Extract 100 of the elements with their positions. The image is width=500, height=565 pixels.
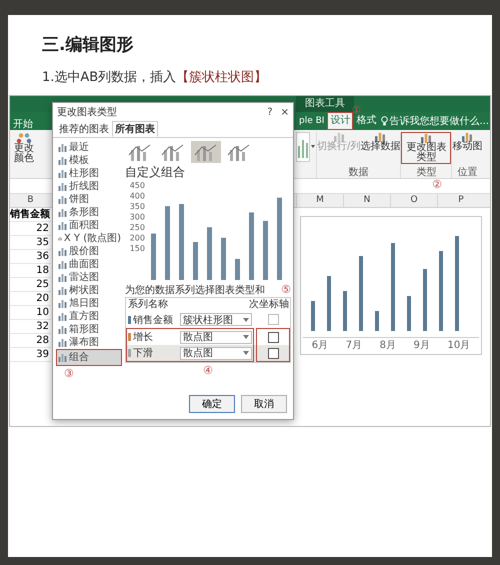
caret-icon: [243, 335, 249, 339]
chart-type-item[interactable]: 条形图: [56, 206, 122, 219]
dialog-button[interactable]: 取消: [241, 395, 287, 413]
chart-bar: [207, 227, 212, 280]
column-header: O: [390, 194, 437, 207]
chart-type-dropdown[interactable]: 散点图: [180, 346, 252, 360]
step-number: ③: [63, 366, 75, 380]
chart-type-item[interactable]: 模板: [56, 154, 122, 167]
chart-bar: [375, 311, 379, 331]
chart-type-item[interactable]: 组合: [56, 349, 122, 366]
lightbulb-icon: [381, 116, 388, 126]
chart-type-icon: [58, 234, 62, 243]
context-tab-group: 图表工具: [296, 96, 354, 112]
chart-subtype-thumbnail[interactable]: [191, 141, 221, 163]
chart-type-item[interactable]: 曲面图: [56, 258, 122, 271]
axis-label: 7月: [346, 339, 362, 352]
table-cell: 22: [10, 222, 51, 236]
chart-type-item[interactable]: 瀑布图: [56, 336, 122, 349]
table-cell: 销售金额: [10, 208, 51, 222]
chart-bar: [235, 258, 240, 280]
step-number: ⑤: [281, 284, 291, 297]
chart-type-dropdown[interactable]: 散点图: [180, 330, 252, 344]
chart-type-item[interactable]: 折线图: [56, 180, 122, 193]
chart-bar: [193, 242, 198, 280]
chart-bar: [327, 276, 331, 331]
color-dots-icon: [16, 133, 32, 144]
chart-type-item[interactable]: 旭日图: [56, 297, 122, 310]
help-button[interactable]: ?: [267, 106, 273, 118]
chart-bar: [263, 220, 268, 280]
ribbon-group-label: 位置: [457, 167, 478, 178]
chart-icon: [373, 132, 388, 142]
series-name: 增长: [128, 330, 153, 344]
chart-bar: [151, 234, 156, 280]
axis-tick-label: 250: [130, 223, 145, 232]
chart-bar: [407, 296, 411, 331]
ribbon-button[interactable]: 移动图: [452, 132, 482, 152]
dialog-title: 更改图表类型: [57, 106, 117, 119]
chart-type-item[interactable]: 雷达图: [56, 271, 122, 284]
table-cell: 39: [10, 348, 51, 362]
table-cell: 35: [10, 236, 51, 250]
chart-icon: [460, 132, 474, 142]
chart-type-item[interactable]: X Y (散点图): [56, 232, 122, 245]
column-header: P: [437, 194, 484, 207]
chart-bar: [343, 291, 347, 331]
chart-type-item[interactable]: 面积图: [56, 219, 122, 232]
series-name: 销售金额: [128, 312, 173, 326]
section-heading: 三.编辑图形: [41, 34, 134, 56]
column-header: 系列名称: [128, 298, 168, 311]
step-text: 1.选中AB列数据，插入【簇状柱状图】: [41, 69, 268, 86]
step-number: ②: [432, 179, 442, 193]
chart-type-item[interactable]: 箱形图: [56, 323, 122, 336]
ribbon-button[interactable]: 更改图表类型: [401, 132, 452, 164]
axis-label: 8月: [380, 339, 396, 352]
chart-bar: [423, 269, 427, 331]
close-button[interactable]: ×: [280, 106, 289, 118]
caret-icon: [243, 318, 249, 322]
ribbon-tab[interactable]: 格式: [353, 112, 380, 130]
column-header: B: [27, 195, 34, 205]
table-cell: 18: [10, 264, 51, 278]
axis-tick-label: 150: [130, 244, 145, 254]
axis-tick-label: 400: [130, 191, 145, 200]
axis-label: 6月: [312, 339, 328, 352]
chart-type-item[interactable]: 直方图: [56, 310, 122, 323]
axis-tick-label: 350: [130, 202, 145, 211]
ribbon-group-label: 数据: [348, 167, 369, 178]
tell-me-field[interactable]: 告诉我您想要做什么...: [379, 112, 489, 130]
chart-type-item[interactable]: 股价图: [56, 245, 122, 258]
series-prompt: 为您的数据系列选择图表类型和: [125, 284, 265, 297]
chart-type-item[interactable]: 最近: [56, 141, 122, 154]
chart-icon: [419, 133, 434, 143]
axis-tick-label: 200: [130, 234, 145, 243]
column-header: M: [296, 194, 343, 207]
subtype-title: 自定义组合: [125, 165, 186, 180]
chart-bar: [249, 212, 254, 280]
change-colors-button[interactable]: 更改颜色: [13, 130, 35, 164]
checkbox[interactable]: [268, 348, 278, 358]
chart-style-thumbnail[interactable]: [296, 132, 310, 162]
table-cell: 32: [10, 320, 51, 334]
ribbon-tab[interactable]: 设计: [327, 112, 354, 130]
ribbon-button[interactable]: 选择数据: [360, 132, 400, 152]
series-name: 下滑: [128, 346, 153, 360]
ribbon-tab[interactable]: 开始: [10, 117, 36, 133]
caret-icon: [243, 351, 249, 355]
checkbox[interactable]: [268, 332, 278, 342]
table-cell: 20: [10, 292, 51, 306]
axis-label: 9月: [414, 339, 430, 352]
ribbon-group-label: 类型: [416, 167, 436, 178]
dialog-button[interactable]: 确定: [189, 395, 235, 413]
chart-bar: [311, 301, 315, 331]
table-cell: 10: [10, 306, 51, 320]
table-cell: 25: [10, 278, 51, 292]
ribbon-tab[interactable]: ple BI: [296, 112, 328, 130]
dialog-tab[interactable]: 推荐的图表: [56, 121, 112, 137]
dialog-tab[interactable]: 所有图表: [112, 121, 158, 137]
column-header: N: [343, 194, 390, 207]
chart-type-item[interactable]: 饼图: [56, 193, 122, 206]
table-cell: 28: [10, 334, 51, 348]
chart-type-item[interactable]: 树状图: [56, 284, 122, 297]
axis-label: 10月: [447, 339, 470, 352]
chart-type-item[interactable]: 柱形图: [56, 167, 122, 180]
